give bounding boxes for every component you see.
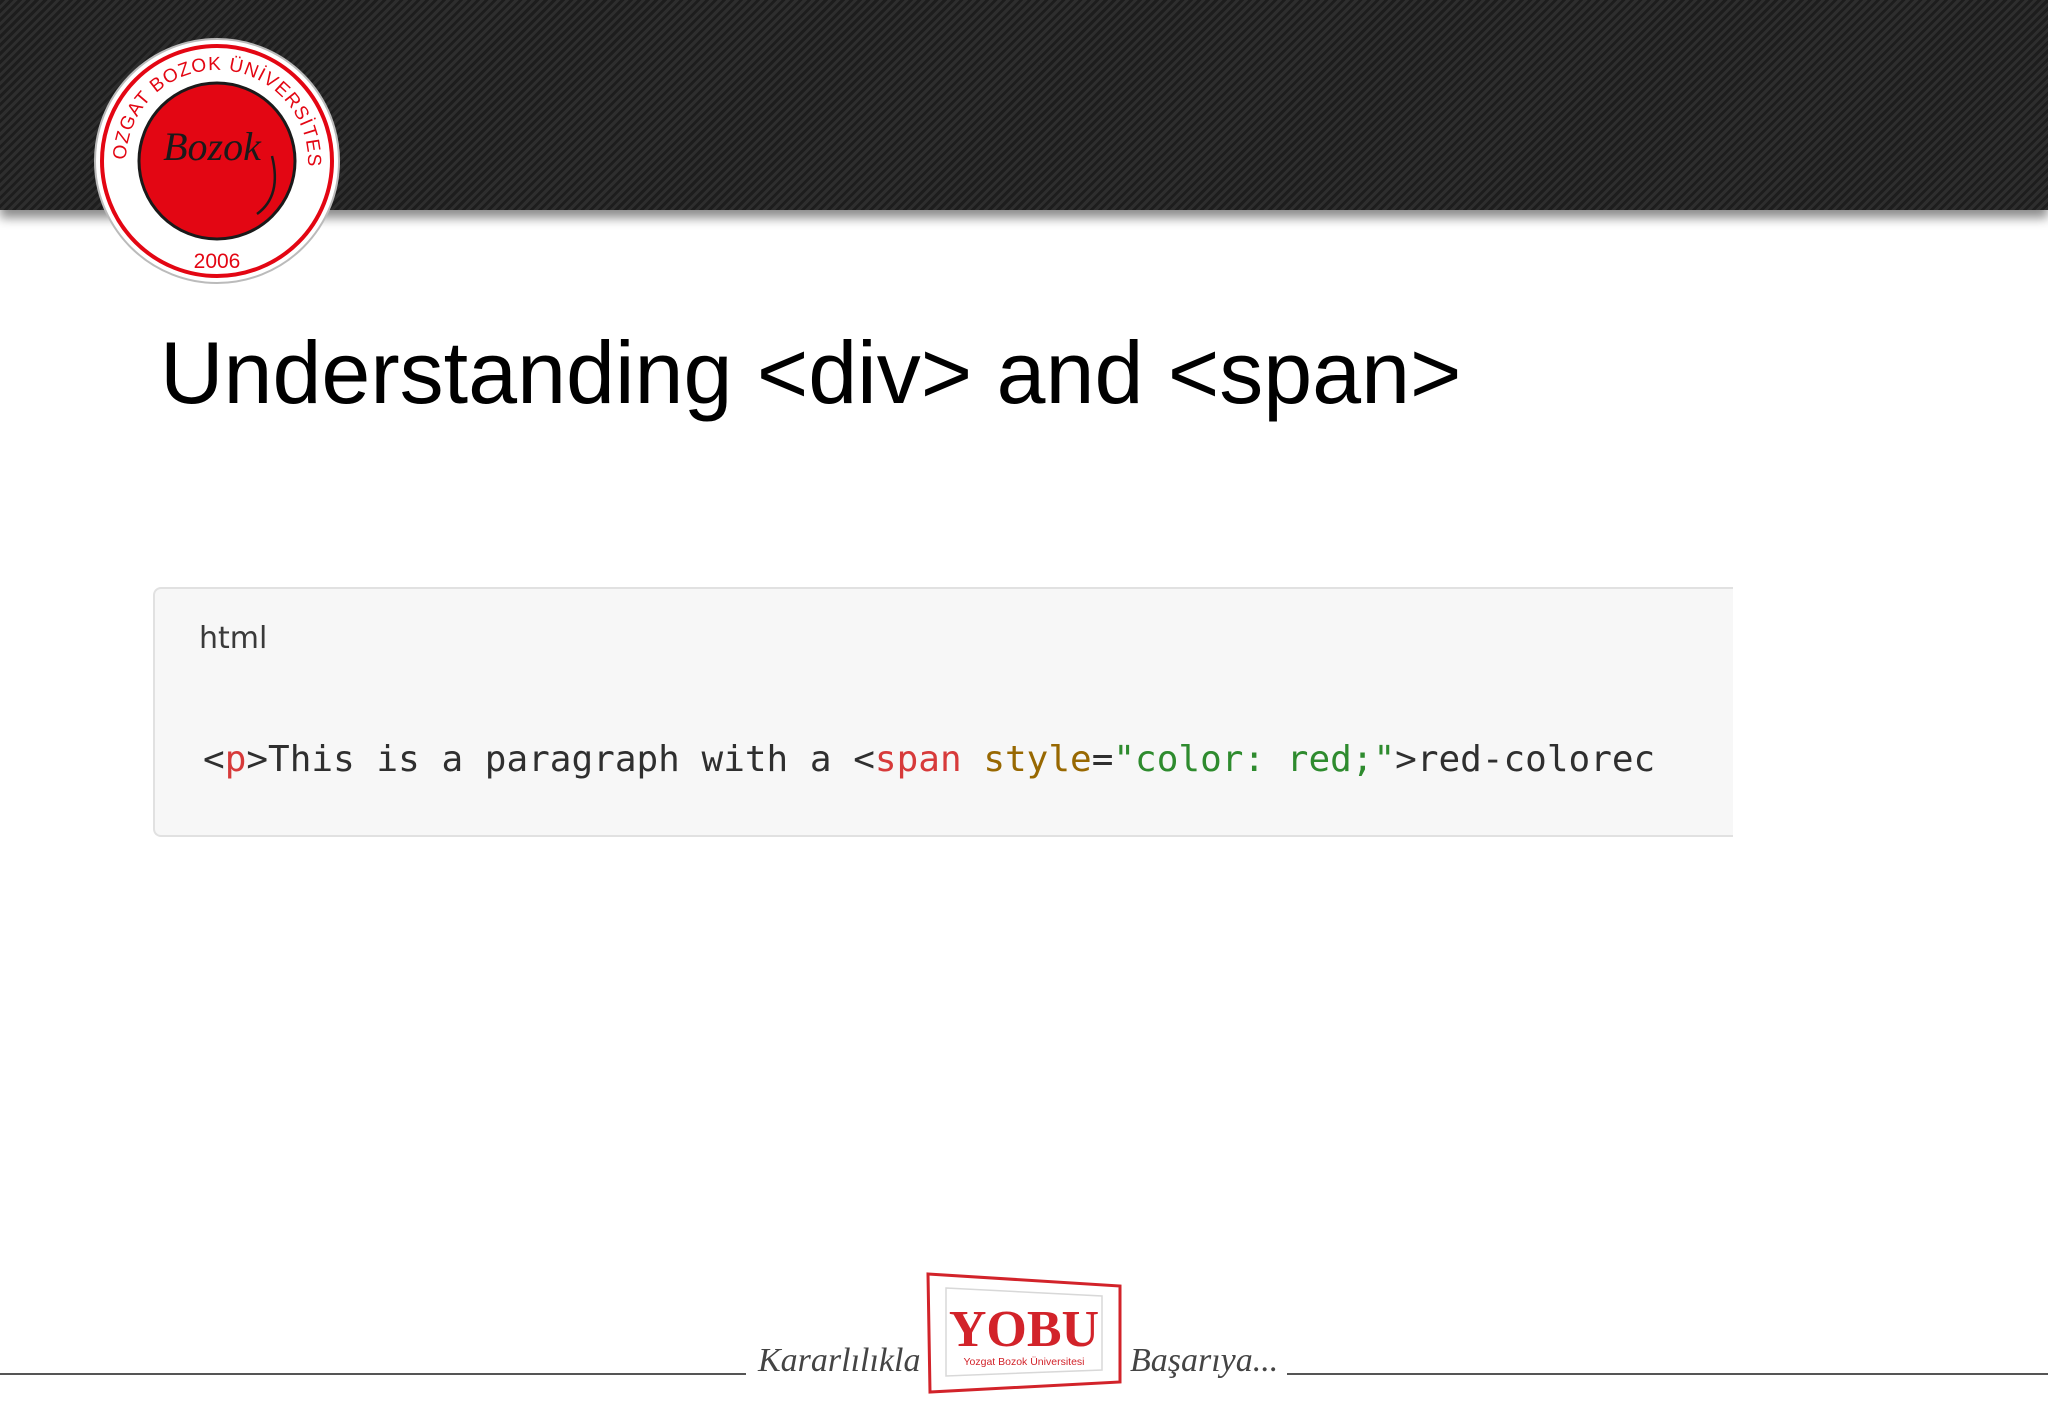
- footer-motto-right: Başarıya...: [1130, 1342, 1279, 1379]
- footer-divider-left: [0, 1373, 746, 1375]
- seal-year: 2006: [194, 250, 241, 273]
- code-token-attr: style: [983, 739, 1092, 780]
- slide-title: Understanding <div> and <span>: [160, 323, 1462, 422]
- code-token-punct: <: [203, 739, 225, 780]
- code-token-tag: p: [224, 739, 247, 780]
- footer-divider-right: [1287, 1373, 2048, 1375]
- code-token-plain: >This is a paragraph with a <: [246, 739, 875, 780]
- code-token-plain: >red-colorec: [1395, 739, 1656, 780]
- code-language-label: html: [199, 621, 268, 656]
- code-block: html <p>This is a paragraph with a <span…: [153, 587, 1733, 837]
- footer-motto-left: Kararlılıkla: [758, 1342, 921, 1379]
- code-token-plain: =: [1091, 739, 1114, 780]
- university-seal-logo: YOZGAT BOZOK ÜNİVERSİTESİ Bozok 2006: [92, 36, 340, 284]
- yobu-logo-text: YOBU: [949, 1301, 1099, 1358]
- seal-center-script: Bozok: [163, 124, 262, 169]
- code-token-tag: span: [874, 739, 962, 780]
- code-token-string: "color: red;": [1113, 739, 1396, 780]
- code-line: <p>This is a paragraph with a <span styl…: [203, 739, 1655, 780]
- yobu-logo-subtitle: Yozgat Bozok Üniversitesi: [963, 1356, 1084, 1368]
- yobu-logo: YOBU Yozgat Bozok Üniversitesi: [926, 1272, 1122, 1394]
